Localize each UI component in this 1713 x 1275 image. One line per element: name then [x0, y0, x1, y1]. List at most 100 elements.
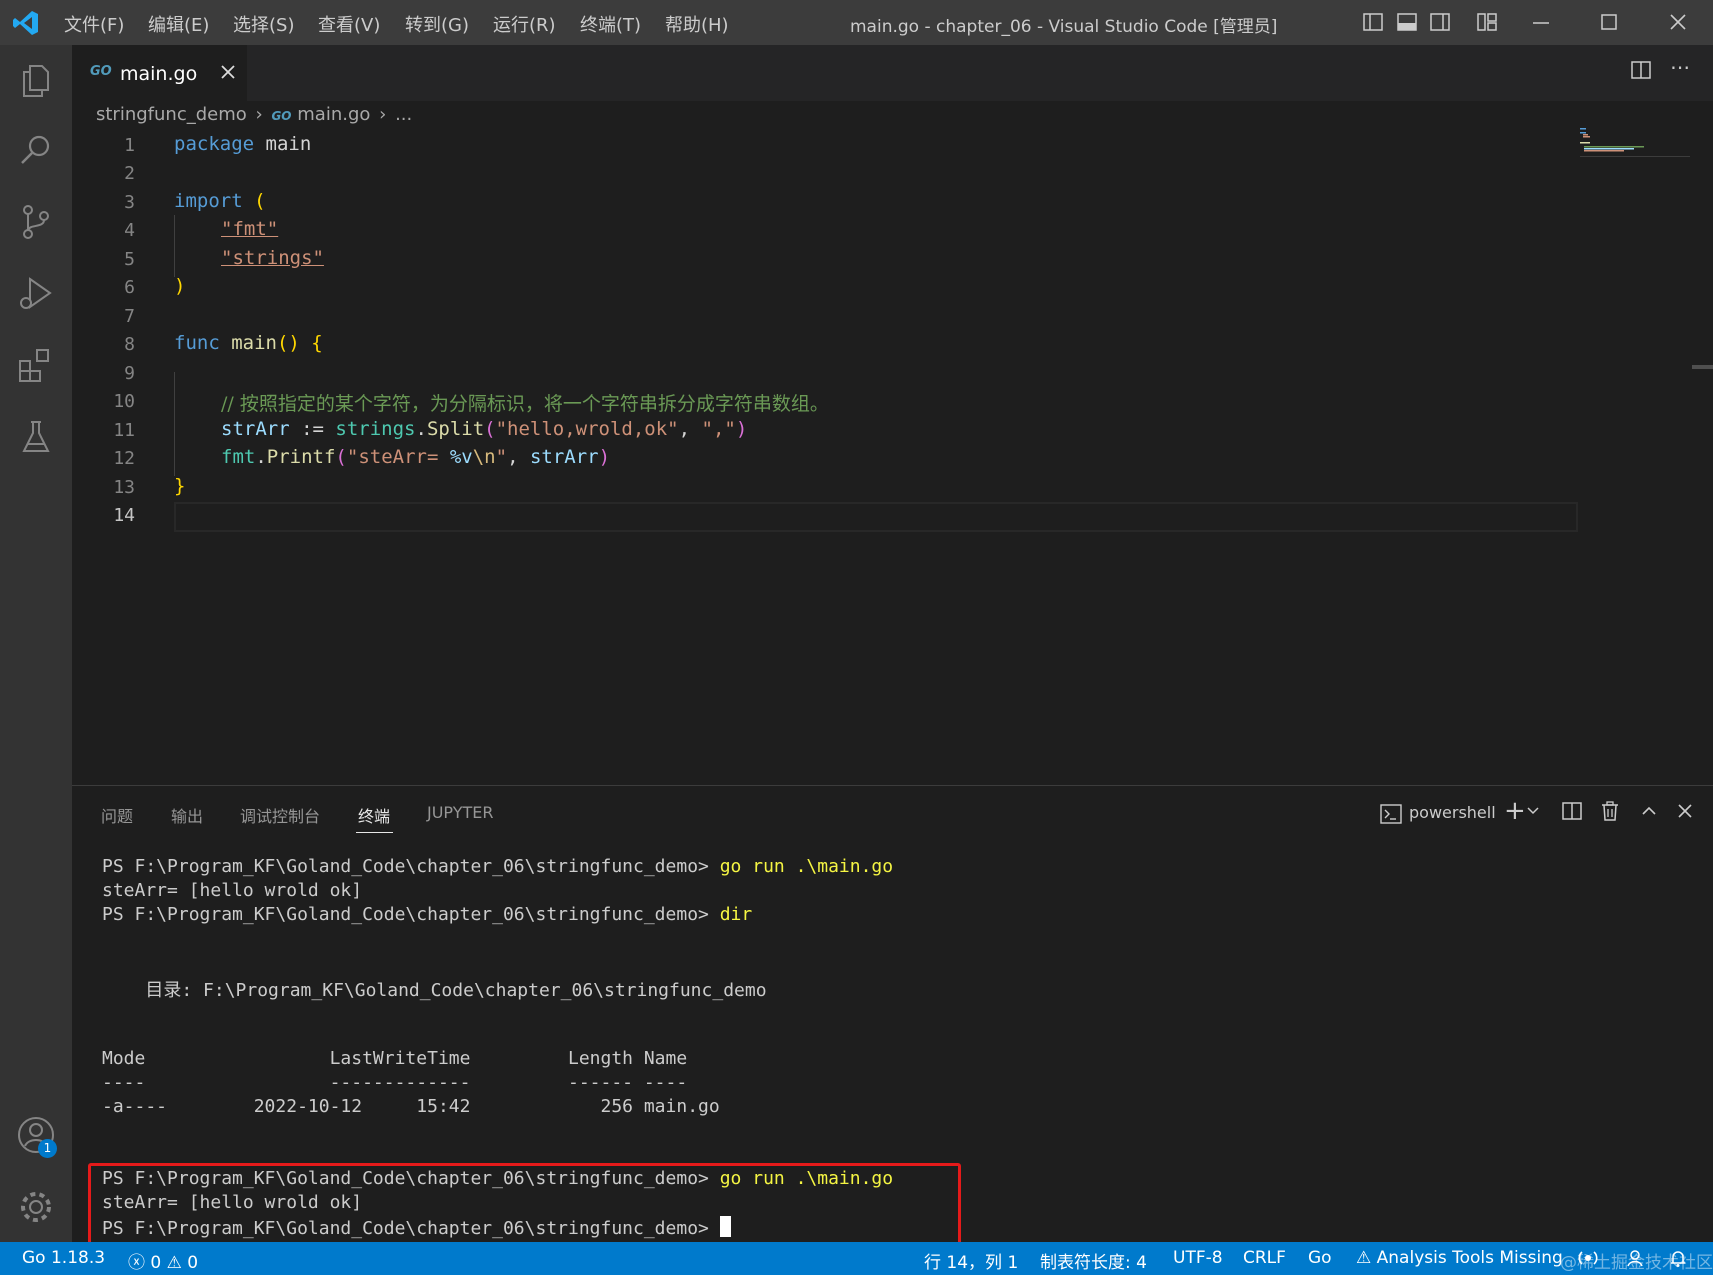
terminal-icon	[1380, 803, 1402, 825]
line-ending[interactable]: CRLF	[1243, 1248, 1286, 1268]
cursor-position[interactable]: 行 14，列 1	[924, 1248, 1018, 1273]
accounts-icon[interactable]: 1	[16, 1115, 57, 1158]
error-icon: ⓧ	[128, 1253, 145, 1273]
code-token: (	[335, 446, 347, 468]
tab-problems[interactable]: 问题	[101, 803, 133, 827]
indent-guide	[174, 215, 175, 277]
code-token: }	[174, 475, 186, 497]
line-number: 12	[113, 448, 135, 469]
terminal-line: PS F:\Program_KF\Goland_Code\chapter_06\…	[102, 856, 893, 877]
accounts-badge: 1	[38, 1139, 57, 1158]
code-line-13: }	[174, 475, 185, 497]
code-token: import	[174, 190, 243, 212]
line-number: 8	[124, 334, 135, 355]
warning-icon: ⚠	[1356, 1248, 1372, 1268]
code-token: ()	[276, 332, 300, 354]
code-line-6: )	[174, 275, 185, 297]
code-line-12: fmt.Printf("steArr= %v\n", strArr)	[221, 446, 610, 468]
code-token: package	[174, 133, 255, 155]
code-token: func	[174, 332, 220, 354]
code-line-3: import (	[174, 190, 266, 212]
code-token: (	[242, 190, 266, 212]
split-terminal-icon[interactable]	[1561, 800, 1583, 822]
go-version[interactable]: Go 1.18.3	[22, 1248, 105, 1268]
code-token: "	[495, 446, 508, 468]
line-number: 7	[124, 306, 135, 327]
code-token: strArr	[529, 446, 599, 468]
code-line-11: strArr := strings.Split("hello,wrold,ok"…	[221, 418, 747, 440]
code-line-4: "fmt"	[221, 218, 278, 240]
code-token: ","	[701, 418, 736, 440]
code-token: %v	[449, 446, 473, 468]
problems-indicator[interactable]: ⓧ 0 ⚠ 0	[128, 1248, 198, 1273]
line-number: 13	[113, 477, 135, 498]
error-count: 0	[150, 1253, 162, 1273]
indent-guide	[174, 372, 175, 476]
terminal-line: steArr= [hello wrold ok]	[102, 880, 363, 901]
code-token: "fmt"	[221, 218, 279, 240]
minimap[interactable]	[1580, 128, 1690, 158]
code-line-5: "strings"	[221, 247, 324, 269]
line-number: 5	[124, 249, 135, 270]
settings-gear-icon[interactable]	[16, 1187, 56, 1227]
code-token: "hello,wrold,ok"	[495, 418, 679, 440]
chevron-down-icon[interactable]	[1526, 803, 1540, 817]
line-number: 1	[124, 135, 135, 156]
editor-scrollbar[interactable]	[1692, 365, 1713, 369]
tab-debug-console[interactable]: 调试控制台	[240, 803, 320, 827]
code-token: )	[735, 418, 748, 440]
code-token: "strings"	[221, 247, 324, 269]
code-token: "steArr=	[346, 446, 450, 468]
terminal-line: PS F:\Program_KF\Goland_Code\chapter_06\…	[102, 904, 752, 925]
code-token: ,	[507, 446, 530, 468]
warning-icon: ⚠	[166, 1253, 182, 1273]
analysis-tools-label: Analysis Tools Missing	[1376, 1248, 1563, 1268]
current-line-highlight	[174, 502, 1578, 532]
code-token: )	[174, 275, 186, 297]
line-number: 6	[124, 277, 135, 298]
analysis-tools[interactable]: ⚠ Analysis Tools Missing	[1356, 1248, 1563, 1268]
code-line-10: // 按照指定的某个字符，为分隔标识，将一个字符串拆分成字符串数组。	[221, 389, 829, 416]
shell-selector[interactable]: powershell	[1409, 803, 1496, 822]
code-token: strings	[335, 418, 416, 440]
terminal-line: 目录: F:\Program_KF\Goland_Code\chapter_06…	[102, 980, 767, 1001]
code-line-8: func main() {	[174, 332, 323, 354]
indentation[interactable]: 制表符长度: 4	[1040, 1248, 1147, 1273]
warning-count: 0	[187, 1253, 199, 1273]
status-bar: Go 1.18.3 ⓧ 0 ⚠ 0 行 14，列 1 制表符长度: 4 UTF-…	[0, 1242, 1713, 1275]
line-number: 3	[124, 192, 135, 213]
terminal-command: go run .\main.go	[719, 856, 894, 877]
maximize-panel-icon[interactable]	[1640, 802, 1658, 820]
code-token: .	[255, 446, 267, 468]
code-token: main	[254, 133, 312, 155]
trash-icon[interactable]	[1599, 800, 1621, 822]
terminal-prompt: PS F:\Program_KF\Goland_Code\chapter_06\…	[102, 856, 720, 877]
code-line-1: package main	[174, 133, 311, 155]
code-token: \n	[472, 446, 496, 468]
active-tab-underline	[356, 832, 393, 833]
line-number-current: 14	[113, 505, 135, 526]
tab-output[interactable]: 输出	[171, 803, 203, 827]
close-panel-icon[interactable]	[1676, 802, 1694, 820]
code-token: Printf	[266, 446, 336, 468]
line-number: 2	[124, 163, 135, 184]
tab-terminal[interactable]: 终端	[358, 803, 390, 827]
code-token: :=	[289, 418, 336, 440]
language-mode[interactable]: Go	[1308, 1248, 1332, 1268]
line-number: 10	[113, 391, 135, 412]
watermark: @稀土掘金技术社区	[1560, 1253, 1713, 1273]
encoding[interactable]: UTF-8	[1173, 1248, 1223, 1268]
line-number: 9	[124, 363, 135, 384]
code-token: )	[598, 446, 611, 468]
code-token: main	[219, 332, 277, 354]
tab-jupyter[interactable]: JUPYTER	[427, 803, 494, 822]
line-number: 4	[124, 220, 135, 241]
new-terminal-icon[interactable]: +	[1504, 796, 1526, 826]
code-token: fmt	[221, 446, 256, 468]
terminal-line: -a---- 2022-10-12 15:42 256 main.go	[102, 1096, 720, 1117]
code-token: (	[484, 418, 496, 440]
code-token: .	[415, 418, 427, 440]
code-editor[interactable]: 1 2 3 4 5 6 7 8 9 10 11 12 13 14 package…	[0, 0, 1713, 785]
line-number: 11	[113, 420, 135, 441]
code-token: ,	[678, 418, 702, 440]
